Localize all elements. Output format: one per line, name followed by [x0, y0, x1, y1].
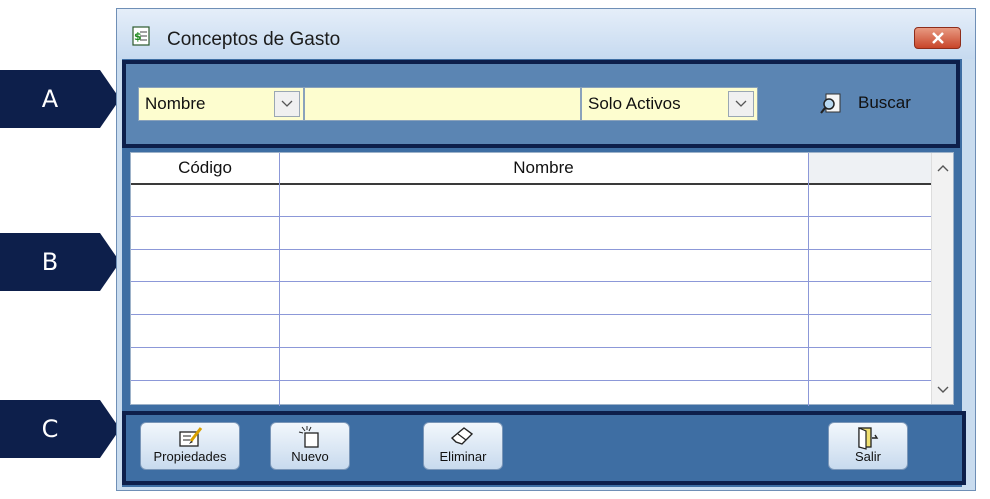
search-field-dropdown-button[interactable]	[274, 91, 300, 117]
table-row[interactable]	[131, 381, 931, 414]
chevron-down-icon	[735, 100, 747, 107]
svg-text:$: $	[134, 30, 142, 43]
new-document-icon	[298, 426, 319, 448]
callout-a: A	[0, 70, 120, 128]
search-input[interactable]	[304, 87, 581, 121]
table-row[interactable]	[131, 218, 931, 250]
new-button[interactable]: Nuevo	[270, 422, 350, 470]
exit-button[interactable]: Salir	[828, 422, 908, 470]
scroll-down-button[interactable]	[934, 381, 952, 399]
expense-concepts-window: $ Conceptos de Gasto Nombre Solo Activos	[116, 8, 976, 491]
properties-button-label: Propiedades	[153, 449, 227, 464]
chevron-down-icon	[281, 100, 293, 107]
search-button-label: Buscar	[858, 93, 911, 112]
chevron-down-icon	[937, 386, 949, 393]
callout-b-label: B	[41, 248, 59, 276]
callout-c: C	[0, 400, 120, 458]
edit-properties-icon	[179, 427, 203, 447]
grid-header: Código Nombre	[131, 153, 931, 185]
column-header-code[interactable]: Código	[131, 153, 279, 183]
expense-document-icon: $	[132, 26, 150, 46]
status-filter-value: Solo Activos	[588, 94, 681, 113]
close-button[interactable]	[914, 27, 961, 49]
exit-door-icon	[858, 427, 879, 450]
scroll-up-button[interactable]	[934, 159, 952, 177]
status-filter-dropdown-button[interactable]	[728, 91, 754, 117]
status-filter-select[interactable]: Solo Activos	[581, 87, 758, 121]
search-field-value: Nombre	[145, 94, 206, 113]
title-bar[interactable]: $ Conceptos de Gasto	[117, 9, 975, 59]
delete-button-label: Eliminar	[439, 449, 487, 464]
exit-button-label: Salir	[854, 449, 881, 464]
search-bar: Nombre Solo Activos Buscar	[122, 60, 960, 148]
window-title: Conceptos de Gasto	[167, 29, 341, 50]
search-field-select[interactable]: Nombre	[138, 87, 304, 121]
properties-button[interactable]: Propiedades	[140, 422, 240, 470]
search-button[interactable]: Buscar	[814, 86, 934, 122]
callout-b: B	[0, 233, 120, 291]
new-button-label: Nuevo	[291, 449, 329, 464]
callout-c-label: C	[41, 415, 59, 443]
table-row[interactable]	[131, 185, 931, 217]
table-row[interactable]	[131, 349, 931, 381]
vertical-scrollbar[interactable]	[931, 153, 953, 404]
table-row[interactable]	[131, 250, 931, 283]
table-row[interactable]	[131, 316, 931, 348]
delete-button[interactable]: Eliminar	[423, 422, 503, 470]
eraser-icon	[450, 427, 474, 445]
client-area: Nombre Solo Activos Buscar Código Nombre…	[122, 59, 966, 487]
search-icon	[820, 93, 841, 114]
column-header-name[interactable]: Nombre	[279, 153, 808, 183]
concepts-grid[interactable]: Código Nombre	[130, 152, 954, 414]
column-header-extra[interactable]	[808, 153, 931, 183]
action-toolbar: Propiedades Nuevo Eliminar Salir	[122, 411, 966, 485]
column-divider	[808, 153, 809, 406]
callout-a-label: A	[41, 85, 59, 113]
column-divider	[279, 153, 280, 406]
close-icon	[931, 32, 944, 44]
table-row[interactable]	[131, 283, 931, 316]
chevron-up-icon	[937, 165, 949, 172]
